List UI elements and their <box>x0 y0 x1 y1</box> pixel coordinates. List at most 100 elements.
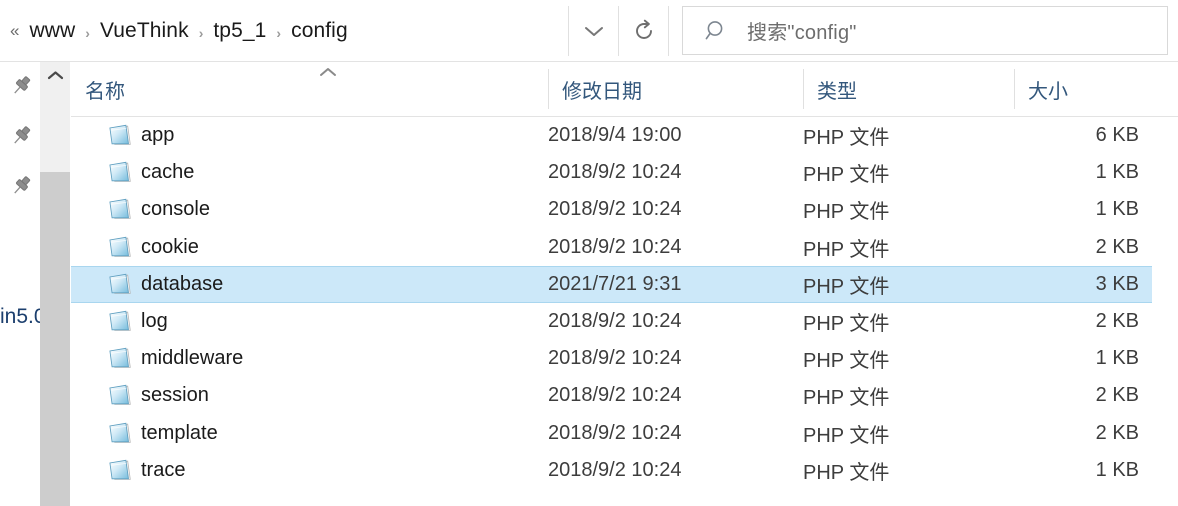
file-name-cell: database <box>71 267 548 302</box>
php-file-icon <box>109 310 131 331</box>
search-input[interactable]: 搜索"config" <box>682 6 1168 55</box>
file-size-cell: 2 KB <box>1095 310 1139 333</box>
file-list: app 2018/9/4 19:00 PHP 文件 6 KB cache 2018/9/2… <box>71 117 1178 489</box>
toolbar-divider <box>568 6 569 56</box>
file-row[interactable]: log 2018/9/2 10:24 PHP 文件 2 KB <box>71 303 1152 340</box>
file-date-cell: 2018/9/2 10:24 <box>548 421 682 444</box>
vertical-scrollbar[interactable] <box>40 62 71 506</box>
column-header-date[interactable]: 修改日期 <box>548 62 803 116</box>
breadcrumb-item-vuethink[interactable]: VueThink <box>97 17 192 45</box>
file-row[interactable]: template 2018/9/2 10:24 PHP 文件 2 KB <box>71 415 1152 452</box>
file-row[interactable]: session 2018/9/2 10:24 PHP 文件 2 KB <box>71 377 1152 414</box>
file-name-cell: log <box>71 303 548 340</box>
file-size-cell: 2 KB <box>1095 421 1139 444</box>
file-type-cell: PHP 文件 <box>803 275 890 298</box>
scroll-up-button[interactable] <box>40 62 70 88</box>
breadcrumb[interactable]: « www › VueThink › tp5_1 › config <box>0 4 568 58</box>
file-row[interactable]: app 2018/9/4 19:00 PHP 文件 6 KB <box>71 117 1152 154</box>
file-name-cell: trace <box>71 452 548 489</box>
file-row[interactable]: cookie 2018/9/2 10:24 PHP 文件 2 KB <box>71 229 1152 266</box>
breadcrumb-overflow-icon[interactable]: « <box>10 22 19 41</box>
toolbar-divider <box>618 6 619 56</box>
file-size-cell: 6 KB <box>1095 124 1139 147</box>
file-name-label: trace <box>141 458 186 481</box>
file-name-label: console <box>141 198 210 221</box>
breadcrumb-separator-icon[interactable]: › <box>85 22 90 41</box>
toolbar-divider <box>668 6 669 56</box>
file-name-cell: app <box>71 117 548 154</box>
file-date-cell: 2018/9/2 10:24 <box>548 310 682 333</box>
pin-icon[interactable] <box>8 73 34 99</box>
php-file-icon <box>109 124 131 145</box>
scrollbar-thumb[interactable] <box>40 172 70 506</box>
file-size-cell: 3 KB <box>1095 272 1139 295</box>
file-row[interactable]: middleware 2018/9/2 10:24 PHP 文件 1 KB <box>71 340 1152 377</box>
file-name-cell: console <box>71 191 548 228</box>
file-size-cell: 2 KB <box>1095 235 1139 258</box>
file-type-cell: PHP 文件 <box>803 461 890 484</box>
file-name-cell: template <box>71 415 548 452</box>
breadcrumb-separator-icon[interactable]: › <box>276 22 281 41</box>
column-header-name[interactable]: 名称 <box>71 62 548 116</box>
address-bar: « www › VueThink › tp5_1 › config 搜索"con… <box>0 0 1178 62</box>
file-name-cell: cache <box>71 154 548 191</box>
file-name-cell: middleware <box>71 340 548 377</box>
navigation-item-truncated-label[interactable]: in5.0 <box>0 305 40 329</box>
breadcrumb-item-www[interactable]: www <box>26 17 78 45</box>
file-date-cell: 2018/9/2 10:24 <box>548 347 682 370</box>
column-header-type-label: 类型 <box>817 80 857 103</box>
file-date-cell: 2018/9/2 10:24 <box>548 384 682 407</box>
address-dropdown-button[interactable] <box>570 6 618 56</box>
file-date-cell: 2018/9/2 10:24 <box>548 235 682 258</box>
breadcrumb-item-tp5-1[interactable]: tp5_1 <box>210 17 269 45</box>
column-header-date-label: 修改日期 <box>562 80 642 103</box>
php-file-icon <box>109 162 131 183</box>
file-row[interactable]: console 2018/9/2 10:24 PHP 文件 1 KB <box>71 191 1152 228</box>
breadcrumb-item-config[interactable]: config <box>288 17 351 45</box>
file-date-cell: 2018/9/2 10:24 <box>548 161 682 184</box>
file-type-cell: PHP 文件 <box>803 238 890 261</box>
file-size-cell: 1 KB <box>1095 161 1139 184</box>
search-placeholder: 搜索"config" <box>747 22 857 44</box>
file-type-cell: PHP 文件 <box>803 424 890 447</box>
file-name-label: log <box>141 310 168 333</box>
column-header-name-label: 名称 <box>85 80 125 103</box>
file-type-cell: PHP 文件 <box>803 387 890 410</box>
file-name-cell: cookie <box>71 229 548 266</box>
file-type-cell: PHP 文件 <box>803 127 890 150</box>
refresh-button[interactable] <box>620 6 668 56</box>
file-row[interactable]: trace 2018/9/2 10:24 PHP 文件 1 KB <box>71 452 1152 489</box>
file-type-cell: PHP 文件 <box>803 201 890 224</box>
php-file-icon <box>109 422 131 443</box>
column-header-type[interactable]: 类型 <box>803 62 1014 116</box>
refresh-icon <box>636 19 652 39</box>
file-date-cell: 2018/9/2 10:24 <box>548 198 682 221</box>
file-date-cell: 2021/7/21 9:31 <box>548 272 682 295</box>
file-name-label: template <box>141 421 218 444</box>
php-file-icon <box>109 459 131 480</box>
file-row[interactable]: cache 2018/9/2 10:24 PHP 文件 1 KB <box>71 154 1152 191</box>
column-header-size[interactable]: 大小 <box>1014 62 1178 116</box>
file-name-cell: session <box>71 377 548 414</box>
file-size-cell: 1 KB <box>1095 458 1139 481</box>
file-name-label: session <box>141 384 209 407</box>
php-file-icon <box>109 236 131 257</box>
file-name-label: app <box>141 124 175 147</box>
file-row[interactable]: database 2021/7/21 9:31 PHP 文件 3 KB <box>71 265 1152 303</box>
breadcrumb-separator-icon[interactable]: › <box>199 22 204 41</box>
file-date-cell: 2018/9/2 10:24 <box>548 458 682 481</box>
php-file-icon <box>109 385 131 406</box>
php-file-icon <box>109 273 131 294</box>
file-size-cell: 1 KB <box>1095 347 1139 370</box>
file-type-cell: PHP 文件 <box>803 164 890 187</box>
pin-icon[interactable] <box>8 123 34 149</box>
file-name-label: middleware <box>141 347 244 370</box>
file-name-label: cookie <box>141 235 199 258</box>
chevron-up-icon <box>47 70 63 79</box>
navigation-pane-strip: in5.0 <box>0 62 40 506</box>
column-header-row: 名称 修改日期 类型 大小 <box>71 62 1178 117</box>
file-type-cell: PHP 文件 <box>803 350 890 373</box>
file-name-label: cache <box>141 161 195 184</box>
pin-icon[interactable] <box>8 173 34 199</box>
chevron-down-icon <box>585 26 603 36</box>
